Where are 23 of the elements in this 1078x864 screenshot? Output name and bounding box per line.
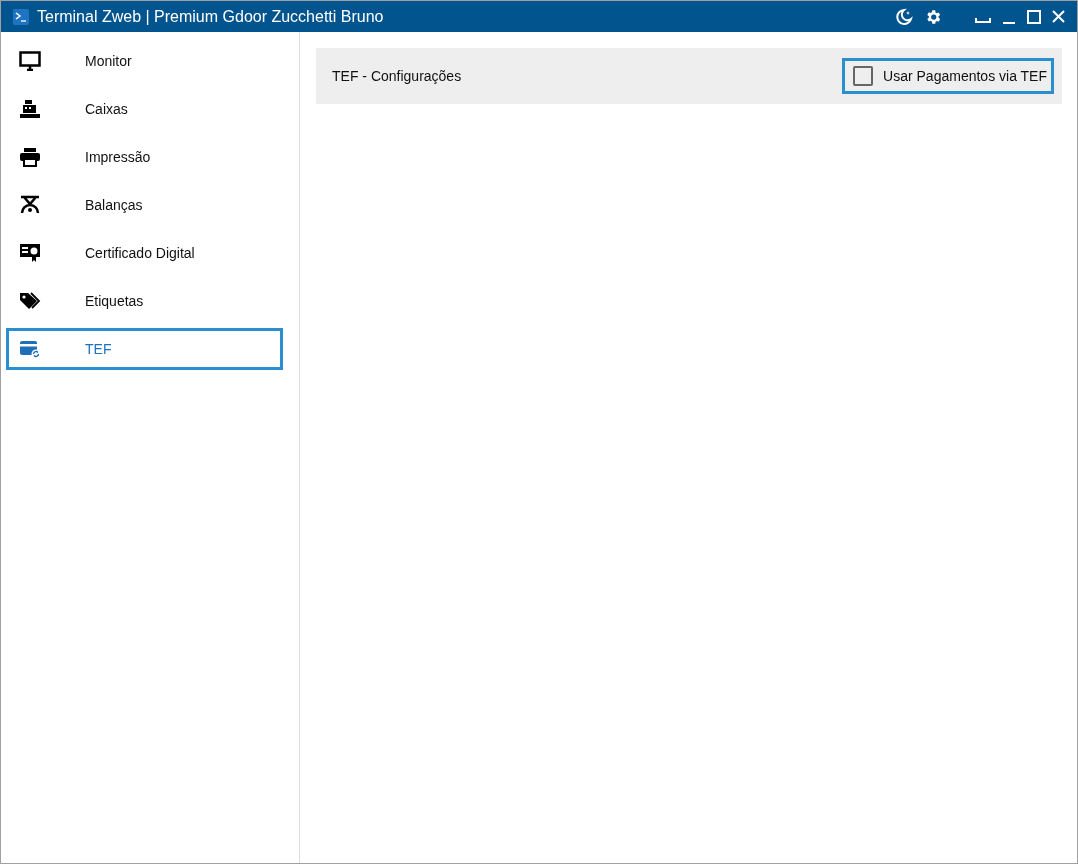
printer-icon bbox=[19, 147, 41, 167]
tef-checkbox[interactable]: Usar Pagamentos via TEF bbox=[842, 58, 1054, 94]
panel-title: TEF - Configurações bbox=[332, 68, 462, 84]
sidebar-item[interactable]: Certificado Digital bbox=[6, 232, 283, 274]
certificate-icon bbox=[19, 243, 41, 263]
sidebar-item[interactable]: TEF bbox=[6, 328, 283, 370]
card-sync-icon bbox=[19, 339, 41, 359]
checkbox[interactable] bbox=[853, 66, 874, 86]
monitor-icon bbox=[19, 51, 41, 71]
moon-icon[interactable] bbox=[895, 7, 913, 26]
sidebar-item[interactable]: Impressão bbox=[6, 136, 283, 178]
sidebar-item[interactable]: Etiquetas bbox=[6, 280, 283, 322]
scale-icon bbox=[19, 195, 41, 215]
terminal-icon bbox=[13, 8, 29, 25]
window-title: Terminal Zweb | Premium Gdoor Zucchetti Bruno bbox=[37, 7, 384, 26]
tags-icon bbox=[19, 291, 41, 311]
cash-register-icon bbox=[19, 99, 41, 119]
sidebar-item[interactable]: Monitor bbox=[6, 40, 283, 82]
sidebar-item[interactable]: Caixas bbox=[6, 88, 283, 130]
close-icon[interactable] bbox=[1052, 10, 1065, 23]
maximize-icon[interactable] bbox=[1027, 9, 1041, 24]
checkbox-label: Usar Pagamentos via TEF bbox=[883, 68, 1047, 84]
sidebar-item[interactable]: Balanças bbox=[6, 184, 283, 226]
